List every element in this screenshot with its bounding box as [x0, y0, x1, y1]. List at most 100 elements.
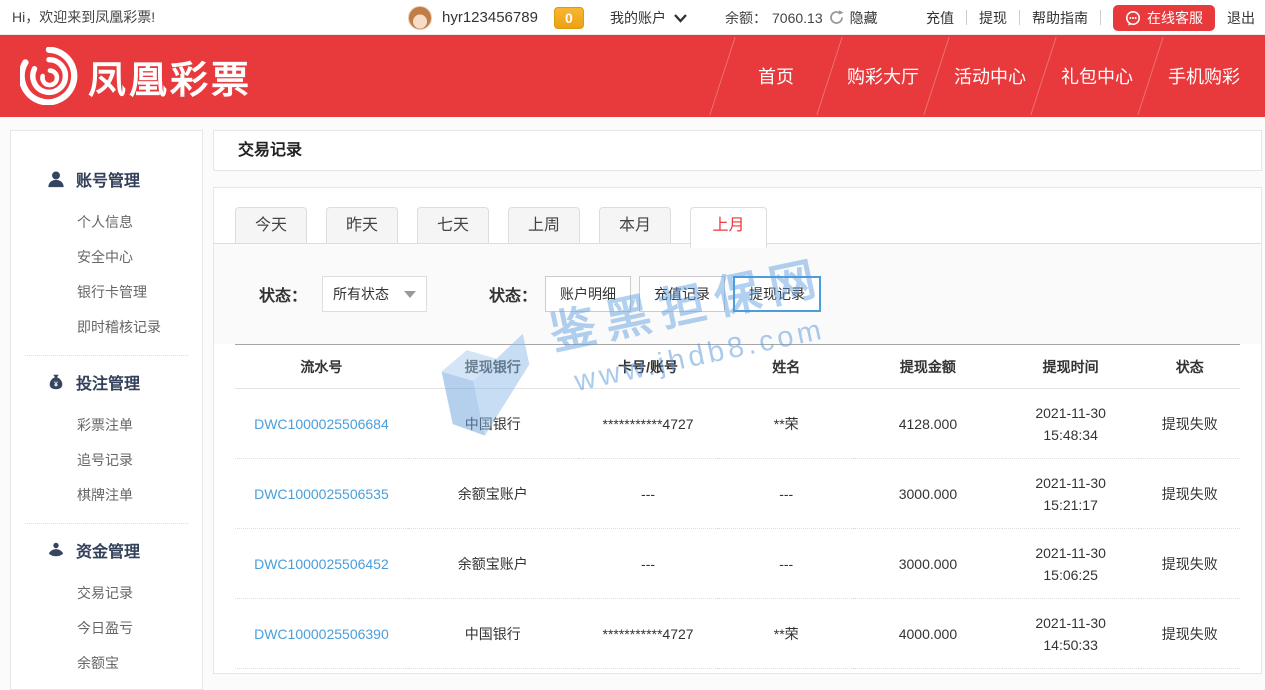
- serial-link[interactable]: DWC1000025506535: [235, 459, 408, 529]
- online-service-button[interactable]: 在线客服: [1113, 5, 1215, 31]
- amount-cell: 4000.000: [854, 599, 1002, 669]
- card-cell: ***********4727: [578, 599, 719, 669]
- avatar[interactable]: [408, 6, 432, 30]
- sidebar-divider: [25, 523, 188, 524]
- amount-cell: 3000.000: [854, 529, 1002, 599]
- col-header-time: 提现时间: [1002, 345, 1140, 389]
- tab-last-month[interactable]: 上月: [690, 207, 767, 248]
- amount-cell: 3000.000: [854, 459, 1002, 529]
- sidebar-items: 个人信息 安全中心 银行卡管理 即时稽核记录: [11, 205, 202, 345]
- bank-cell: 余额宝账户: [408, 459, 578, 529]
- table-header-row: 流水号 提现银行 卡号/账号 姓名 提现金额 提现时间 状态: [235, 345, 1240, 389]
- time-cell: 2021-11-30 15:06:25: [1002, 529, 1140, 599]
- user-icon: [47, 170, 65, 188]
- sidebar-item-chase-records[interactable]: 追号记录: [11, 443, 202, 478]
- withdraw-records-button[interactable]: 提现记录: [733, 276, 821, 312]
- transactions-table: 流水号 提现银行 卡号/账号 姓名 提现金额 提现时间 状态 DWC100002…: [235, 344, 1240, 669]
- col-header-amount: 提现金额: [854, 345, 1002, 389]
- withdraw-link[interactable]: 提现: [979, 8, 1007, 28]
- sidebar: 账号管理 个人信息 安全中心 银行卡管理 即时稽核记录 ¥ 投注管理 彩票注单 …: [10, 130, 203, 690]
- nav-item-lottery-hall[interactable]: 购彩大厅: [830, 63, 936, 89]
- sidebar-item-board-orders[interactable]: 棋牌注单: [11, 478, 202, 513]
- sidebar-items: 交易记录 今日盈亏 余额宝: [11, 576, 202, 681]
- name-cell: ---: [718, 459, 854, 529]
- nav-item-mobile[interactable]: 手机购彩: [1151, 63, 1257, 89]
- main-menu: 首页 购彩大厅 活动中心 礼包中心 手机购彩: [722, 35, 1257, 117]
- col-header-bank: 提现银行: [408, 345, 578, 389]
- sidebar-item-lottery-orders[interactable]: 彩票注单: [11, 408, 202, 443]
- brand[interactable]: 凤凰彩票: [20, 47, 252, 105]
- status-cell: 提现失败: [1139, 529, 1240, 599]
- hide-balance-link[interactable]: 隐藏: [850, 8, 878, 28]
- date-tabs: 今天 昨天 七天 上周 本月 上月: [214, 188, 1261, 244]
- caret-down-icon: [404, 291, 416, 298]
- sidebar-item-security-center[interactable]: 安全中心: [11, 240, 202, 275]
- table-row: DWC1000025506684 中国银行 ***********4727 **…: [235, 389, 1240, 459]
- serial-link[interactable]: DWC1000025506684: [235, 389, 408, 459]
- name-cell: **荣: [718, 389, 854, 459]
- funds-icon: [47, 541, 65, 559]
- nav-item-activity-center[interactable]: 活动中心: [937, 63, 1043, 89]
- my-account-menu[interactable]: 我的账户: [610, 0, 687, 35]
- tab-last-week[interactable]: 上周: [508, 207, 580, 243]
- sidebar-section-account: 账号管理: [11, 163, 202, 195]
- col-header-status: 状态: [1139, 345, 1240, 389]
- table-row: DWC1000025506452 余额宝账户 --- --- 3000.000 …: [235, 529, 1240, 599]
- table-row: DWC1000025506535 余额宝账户 --- --- 3000.000 …: [235, 459, 1240, 529]
- nav-item-gift-center[interactable]: 礼包中心: [1044, 63, 1150, 89]
- recharge-link[interactable]: 充值: [926, 8, 954, 28]
- divider: [966, 10, 967, 25]
- sidebar-item-yuebao[interactable]: 余额宝: [11, 646, 202, 681]
- card-cell: ---: [578, 459, 719, 529]
- col-header-name: 姓名: [718, 345, 854, 389]
- top-links: 充值 提现 帮助指南 在线客服 退出: [926, 0, 1255, 35]
- serial-link[interactable]: DWC1000025506390: [235, 599, 408, 669]
- sidebar-items: 彩票注单 追号记录 棋牌注单: [11, 408, 202, 513]
- top-bar: Hi，欢迎来到凤凰彩票! hyr123456789 0 我的账户 余额： 706…: [0, 0, 1265, 35]
- tab-yesterday[interactable]: 昨天: [326, 207, 398, 243]
- message-count-badge[interactable]: 0: [554, 7, 584, 29]
- sidebar-item-audit-records[interactable]: 即时稽核记录: [11, 310, 202, 345]
- nav-item-home[interactable]: 首页: [723, 63, 829, 89]
- svg-text:¥: ¥: [54, 380, 58, 389]
- sidebar-section-funds: 资金管理: [11, 534, 202, 566]
- status-select[interactable]: 所有状态: [322, 276, 427, 312]
- tab-this-month[interactable]: 本月: [599, 207, 671, 243]
- card-cell: ---: [578, 529, 719, 599]
- status-select-value: 所有状态: [333, 284, 389, 304]
- moneybag-icon: ¥: [47, 373, 65, 391]
- divider: [1100, 10, 1101, 25]
- sidebar-item-personal-info[interactable]: 个人信息: [11, 205, 202, 240]
- greeting-text: Hi，欢迎来到凤凰彩票!: [12, 0, 155, 35]
- serial-link[interactable]: DWC1000025506452: [235, 529, 408, 599]
- bank-cell: 中国银行: [408, 389, 578, 459]
- balance-value: 7060.13: [772, 10, 823, 26]
- page-title: 交易记录: [213, 130, 1262, 171]
- status-cell: 提现失败: [1139, 599, 1240, 669]
- help-link[interactable]: 帮助指南: [1032, 8, 1088, 28]
- tab-today[interactable]: 今天: [235, 207, 307, 243]
- phoenix-swirl-icon: [20, 47, 78, 105]
- tab-seven-days[interactable]: 七天: [417, 207, 489, 243]
- balance-label: 余额：: [725, 8, 767, 28]
- time-cell: 2021-11-30 15:21:17: [1002, 459, 1140, 529]
- sidebar-item-bank-cards[interactable]: 银行卡管理: [11, 275, 202, 310]
- status-filter-label: 状态：: [259, 282, 307, 306]
- status-cell: 提现失败: [1139, 459, 1240, 529]
- sidebar-item-transaction-records[interactable]: 交易记录: [11, 576, 202, 611]
- amount-cell: 4128.000: [854, 389, 1002, 459]
- name-cell: ---: [718, 529, 854, 599]
- divider: [1019, 10, 1020, 25]
- status-cell: 提现失败: [1139, 389, 1240, 459]
- name-cell: **荣: [718, 599, 854, 669]
- account-detail-button[interactable]: 账户明细: [545, 276, 631, 312]
- my-account-label: 我的账户: [610, 8, 666, 28]
- user-group: hyr123456789 0: [408, 0, 584, 35]
- logout-link[interactable]: 退出: [1227, 8, 1255, 28]
- brand-name: 凤凰彩票: [88, 49, 252, 104]
- type-filter-label: 状态：: [489, 282, 537, 306]
- recharge-records-button[interactable]: 充值记录: [639, 276, 725, 312]
- online-service-label: 在线客服: [1147, 8, 1203, 28]
- refresh-icon[interactable]: [828, 9, 845, 26]
- sidebar-item-today-profit[interactable]: 今日盈亏: [11, 611, 202, 646]
